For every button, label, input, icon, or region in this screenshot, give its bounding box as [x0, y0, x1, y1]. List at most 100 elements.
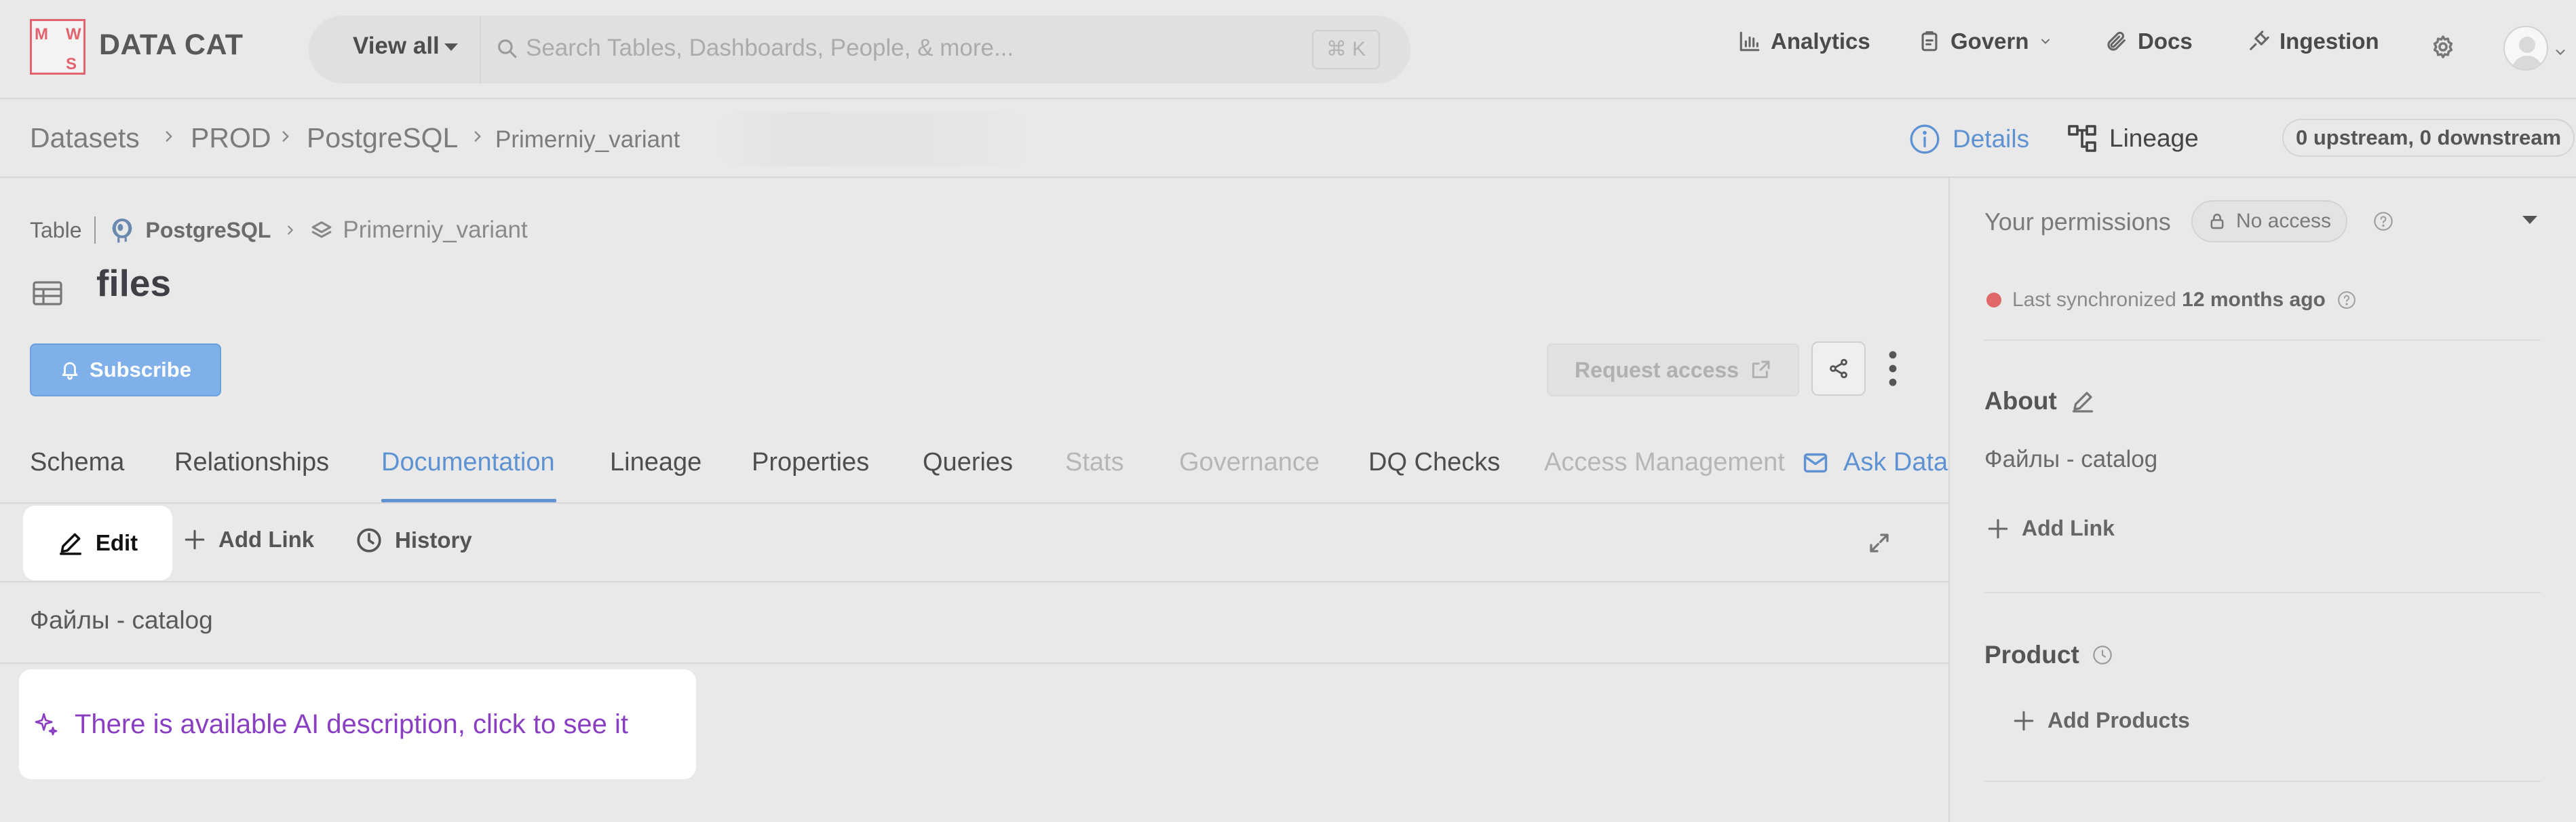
subscribe-button-label: Subscribe: [90, 358, 191, 381]
entity-type-label: Table: [30, 217, 82, 242]
settings-gear-icon[interactable]: [2430, 34, 2456, 60]
logo-letter-w: W: [66, 25, 81, 43]
add-products-button[interactable]: Add Products: [2012, 708, 2190, 733]
sparkle-icon: [35, 713, 58, 736]
about-title-label: About: [1984, 387, 2057, 415]
about-description: Файлы - catalog: [1984, 446, 2158, 472]
entity-platform-link[interactable]: PostgreSQL: [146, 218, 271, 243]
breadcrumb-container[interactable]: Primerniy_variant: [495, 126, 680, 153]
tab-ask-data[interactable]: Ask Data: [1803, 448, 1948, 477]
lineage-graph-icon: [2068, 125, 2096, 152]
share-button[interactable]: [1811, 341, 1866, 396]
more-options-icon[interactable]: [1885, 350, 1901, 387]
nav-ingestion-label: Ingestion: [2280, 29, 2379, 54]
user-avatar[interactable]: [2503, 26, 2548, 71]
tab-lineage[interactable]: Lineage: [610, 448, 701, 477]
tab-documentation[interactable]: Documentation: [381, 448, 555, 477]
product-title-label: Product: [1984, 641, 2079, 669]
postgresql-logo-icon: [108, 216, 136, 244]
nav-govern-label: Govern: [1950, 29, 2029, 54]
about-section-title: About: [1984, 387, 2095, 415]
active-tab-indicator: [381, 499, 556, 502]
request-access-button[interactable]: Request access: [1547, 343, 1799, 396]
edit-pencil-icon[interactable]: [2071, 389, 2095, 413]
mws-logo[interactable]: M W S: [30, 19, 85, 75]
tab-properties[interactable]: Properties: [752, 448, 869, 477]
help-icon[interactable]: [2372, 210, 2394, 232]
edit-button-label: Edit: [95, 530, 138, 555]
layers-icon: [312, 221, 332, 238]
view-tab-lineage[interactable]: Lineage: [2066, 122, 2199, 155]
tab-access-management[interactable]: Access Management: [1544, 448, 1785, 477]
clock-icon: [357, 528, 381, 553]
avatar-caret-icon[interactable]: [2553, 45, 2568, 60]
pencil-icon: [59, 533, 81, 555]
history-button[interactable]: History: [355, 527, 472, 554]
panel-divider: [1948, 178, 1950, 822]
plus-icon: [185, 529, 205, 550]
sidebar-divider: [1984, 592, 2541, 593]
table-icon: [31, 278, 64, 308]
view-tab-details-label: Details: [1953, 125, 2030, 153]
nav-analytics-label: Analytics: [1771, 29, 1870, 54]
add-link-label: Add Link: [218, 527, 315, 552]
chevron-right-icon: [160, 126, 178, 147]
brand-name[interactable]: DATA CAT: [99, 29, 244, 62]
paperclip-icon: [2107, 31, 2126, 51]
search-input[interactable]: [526, 30, 1286, 67]
upstream-downstream-badge[interactable]: 0 upstream, 0 downstream: [2282, 119, 2575, 157]
expand-icon[interactable]: [1867, 531, 1891, 555]
entity-title: files: [96, 262, 172, 304]
ai-description-banner[interactable]: There is available AI description, click…: [19, 669, 696, 779]
nav-docs-label: Docs: [2138, 29, 2193, 54]
plus-icon: [2014, 711, 2034, 730]
edit-button[interactable]: Edit: [23, 506, 172, 580]
caret-down-icon[interactable]: [444, 43, 458, 51]
sync-time: 12 months ago: [2182, 288, 2326, 311]
share-icon: [1830, 358, 1847, 379]
clock-info-icon[interactable]: [2092, 644, 2113, 666]
nav-ingestion[interactable]: Ingestion: [2247, 29, 2379, 54]
nav-analytics[interactable]: Analytics: [1738, 29, 1870, 54]
about-add-link-button[interactable]: Add Link: [1986, 516, 2115, 541]
doc-content-divider: [0, 662, 1948, 664]
permissions-collapse-icon[interactable]: [2522, 216, 2537, 224]
plus-icon: [1988, 519, 2008, 538]
search-shortcut-hint: ⌘ K: [1312, 30, 1380, 69]
view-tab-details[interactable]: Details: [1908, 122, 2029, 156]
tab-stats[interactable]: Stats: [1065, 448, 1124, 477]
tab-queries[interactable]: Queries: [923, 448, 1013, 477]
sync-status: Last synchronized 12 months ago: [1986, 288, 2357, 312]
access-status-badge[interactable]: No access: [2191, 200, 2348, 242]
search-divider: [480, 16, 481, 83]
sidebar-divider: [1984, 781, 2541, 782]
permissions-label: Your permissions: [1984, 208, 2171, 236]
sidebar-divider: [1984, 339, 2541, 341]
plug-icon: [2250, 31, 2269, 50]
entity-container-link[interactable]: Primerniy_variant: [343, 217, 527, 244]
tab-governance[interactable]: Governance: [1179, 448, 1320, 477]
tab-dq-checks[interactable]: DQ Checks: [1368, 448, 1500, 477]
clipboard-icon: [1921, 31, 1938, 52]
doc-toolbar-divider: [0, 581, 1948, 582]
redacted-breadcrumb: [716, 112, 1031, 166]
breadcrumb-datasets[interactable]: Datasets: [30, 122, 140, 154]
request-access-label: Request access: [1575, 357, 1739, 382]
search-icon: [495, 37, 518, 60]
tab-relationships[interactable]: Relationships: [174, 448, 329, 477]
view-tab-lineage-label: Lineage: [2109, 124, 2199, 152]
add-link-button[interactable]: Add Link: [183, 527, 314, 553]
info-circle-icon: [1910, 124, 1940, 154]
help-icon[interactable]: [2337, 290, 2357, 310]
nav-govern[interactable]: Govern: [1918, 29, 2052, 54]
subscribe-button[interactable]: Subscribe: [30, 343, 221, 396]
chevron-right-icon: [469, 126, 486, 147]
nav-docs[interactable]: Docs: [2105, 29, 2193, 54]
search-scope-dropdown[interactable]: View all: [353, 33, 440, 60]
external-link-icon: [1752, 360, 1770, 379]
tab-schema[interactable]: Schema: [30, 448, 124, 477]
breadcrumb-prod[interactable]: PROD: [191, 122, 271, 154]
product-section-title: Product: [1984, 641, 2113, 669]
breadcrumb-postgresql[interactable]: PostgreSQL: [307, 122, 458, 154]
tabs-divider: [0, 502, 1948, 504]
